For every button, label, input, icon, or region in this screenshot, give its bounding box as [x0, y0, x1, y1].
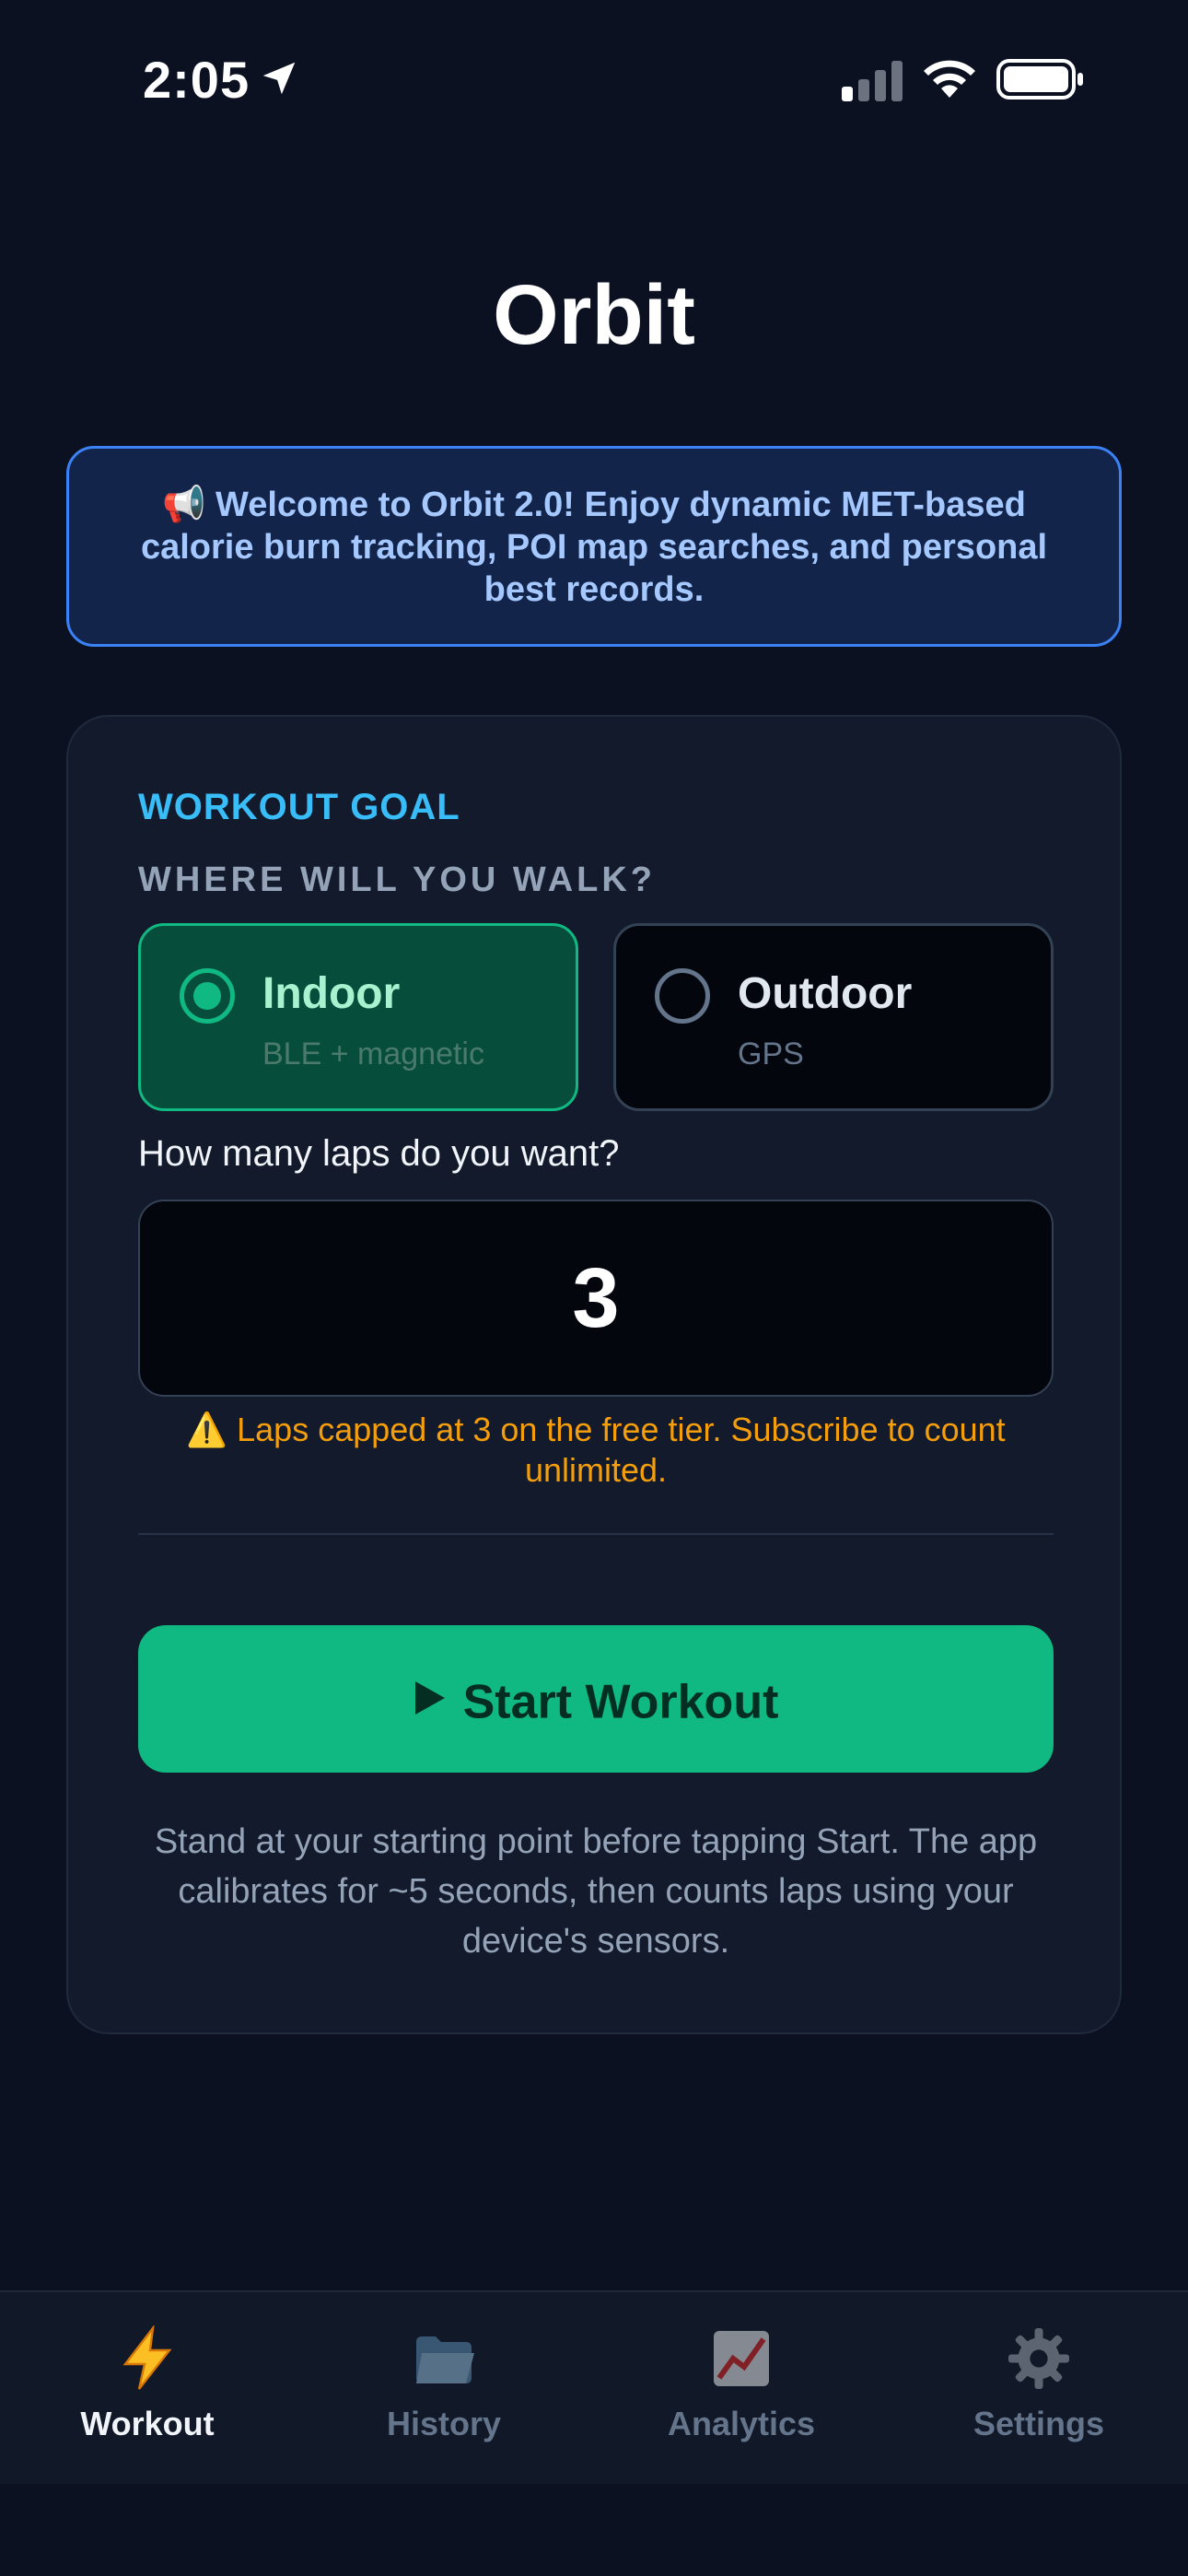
calibration-hint: Stand at your starting point before tapp… — [154, 1822, 1038, 1961]
play-icon — [414, 1681, 445, 1715]
gear-icon — [1008, 2328, 1069, 2389]
outdoor-option-title: Outdoor — [738, 969, 913, 1018]
folder-icon — [416, 2336, 474, 2383]
lap-cap-warning: ⚠️ Laps capped at 3 on the free tier. Su… — [186, 1411, 1006, 1489]
status-time: 2:05 — [143, 51, 250, 109]
divider — [138, 1533, 1054, 1535]
section-title: WORKOUT GOAL — [138, 787, 460, 827]
radio-selected-dot — [193, 982, 221, 1010]
workout-screen: 2:05 Orbit 📢 Welcome to Orbit 2.0! Enjoy… — [0, 0, 1188, 2576]
app-title: Orbit — [493, 268, 695, 362]
outdoor-option-subtitle: GPS — [738, 1036, 804, 1071]
tab-history[interactable]: History — [333, 2325, 554, 2443]
start-workout-label: Start Workout — [462, 1675, 779, 1729]
laps-label: How many laps do you want? — [138, 1133, 620, 1174]
battery-icon — [996, 59, 1083, 100]
tab-history-label: History — [386, 2405, 502, 2442]
tab-analytics-label: Analytics — [667, 2405, 816, 2442]
laps-input[interactable]: 3 — [138, 1200, 1054, 1397]
tab-bar: Workout History Analytics Settings — [0, 2290, 1188, 2484]
cellular-signal-icon — [842, 61, 903, 101]
start-workout-button[interactable]: Start Workout — [138, 1625, 1054, 1773]
announcement-banner: 📢 Welcome to Orbit 2.0! Enjoy dynamic ME… — [66, 446, 1122, 647]
indoor-option[interactable]: Indoor BLE + magnetic — [138, 923, 578, 1111]
tab-analytics[interactable]: Analytics — [631, 2325, 852, 2443]
indoor-option-title: Indoor — [262, 969, 401, 1018]
workout-goal-card: WORKOUT GOAL WHERE WILL YOU WALK? Indoor… — [66, 715, 1122, 2034]
lightning-icon — [122, 2325, 172, 2390]
status-bar: 2:05 — [0, 0, 1188, 138]
tab-workout-label: Workout — [80, 2405, 215, 2442]
outdoor-radio[interactable] — [655, 968, 710, 1024]
outdoor-option[interactable]: Outdoor GPS — [613, 923, 1054, 1111]
indoor-option-subtitle: BLE + magnetic — [262, 1036, 484, 1071]
location-arrow-icon — [262, 62, 296, 95]
indoor-radio[interactable] — [180, 968, 235, 1024]
location-label: WHERE WILL YOU WALK? — [138, 861, 657, 899]
tab-workout[interactable]: Workout — [37, 2325, 258, 2443]
wifi-icon — [924, 60, 975, 98]
tab-settings[interactable]: Settings — [928, 2325, 1149, 2443]
tab-settings-label: Settings — [973, 2405, 1104, 2442]
chart-icon — [714, 2331, 769, 2386]
